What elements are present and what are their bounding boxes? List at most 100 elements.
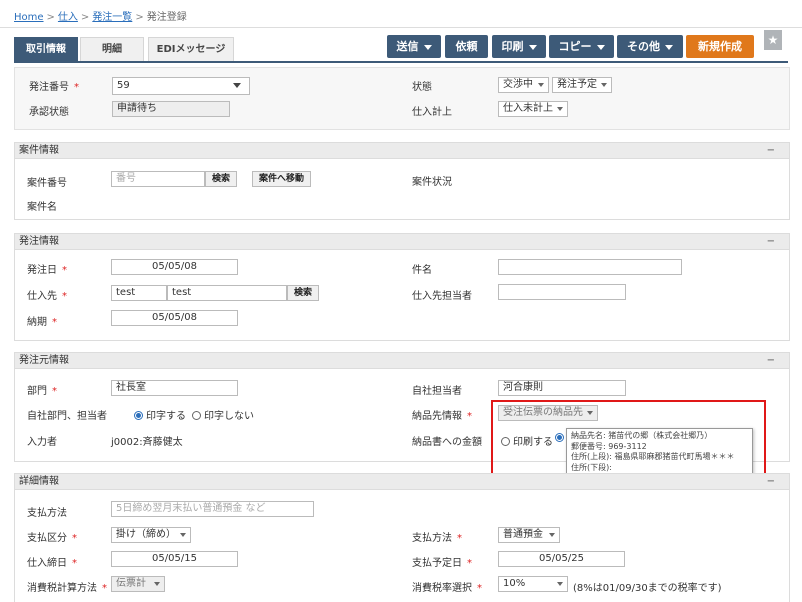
- chevron-down-icon: [423, 44, 432, 50]
- case-move-button[interactable]: 案件へ移動: [252, 171, 312, 187]
- section-header: 案件情報 −: [15, 143, 789, 159]
- pay-due-input[interactable]: 05/05/25: [498, 551, 625, 567]
- close-date-label: 仕入締日 *: [27, 558, 77, 569]
- supplier-contact-input[interactable]: [498, 284, 626, 300]
- breadcrumb-home-link[interactable]: Home: [14, 12, 44, 23]
- pay-method-input[interactable]: 5日締め翌月末払い普通預金 など: [111, 501, 314, 517]
- case-search-button[interactable]: 検索: [205, 171, 238, 187]
- tab-edi-message[interactable]: EDIメッセージ: [148, 37, 234, 61]
- chevron-down-icon: [596, 44, 605, 50]
- order-info-section: 発注情報 − 発注日 * 05/05/08 仕入先 * test test 検索 納期…: [14, 233, 790, 341]
- entered-by-value: j0002:斉藤健太: [111, 437, 183, 448]
- copy-label: コピー: [558, 40, 592, 53]
- collapse-icon[interactable]: −: [767, 474, 775, 490]
- new-button[interactable]: 新規作成: [686, 35, 754, 58]
- pay-method-label: 支払方法: [27, 508, 67, 519]
- copy-button[interactable]: コピー: [549, 35, 614, 58]
- pay-type-select[interactable]: 普通預金: [498, 527, 560, 543]
- close-date-input[interactable]: 05/05/15: [111, 551, 238, 567]
- tooltip-line: 納品先名: 猪苗代の郷（株式会社郷乃）: [571, 431, 713, 440]
- order-no-label: 発注番号 *: [29, 82, 79, 93]
- tax-rate-note: (8%は01/09/30までの税率です): [573, 583, 722, 594]
- breadcrumb-separator: >: [80, 12, 90, 23]
- supplier-label: 仕入先 *: [27, 291, 67, 302]
- approval-label: 承認状態: [29, 107, 69, 118]
- tax-rate-select[interactable]: 10%: [498, 576, 568, 592]
- department-input[interactable]: 社長室: [111, 380, 238, 396]
- breadcrumb-current: 発注登録: [146, 12, 187, 23]
- breadcrumb-list-link[interactable]: 発注一覧: [92, 12, 132, 23]
- purchase-record-select[interactable]: 仕入未計上: [498, 101, 568, 117]
- pay-div-select[interactable]: 掛け（締め）: [111, 527, 191, 543]
- due-date-label: 納期 *: [27, 317, 57, 328]
- order-no-select[interactable]: 59: [112, 77, 250, 95]
- order-date-label: 発注日 *: [27, 265, 67, 276]
- pay-div-label: 支払区分 *: [27, 533, 77, 544]
- header-divider: [0, 27, 802, 28]
- tooltip-line: 郵便番号: 969-3112: [571, 441, 647, 451]
- case-no-input[interactable]: 番号: [111, 171, 205, 187]
- request-button[interactable]: 依頼: [445, 35, 488, 58]
- order-header-box: 発注番号 * 59 承認状態 申請待ち 状態 交渉中 発注予定 仕入計上 仕入未計…: [14, 67, 790, 130]
- case-name-label: 案件名: [27, 202, 57, 213]
- star-icon[interactable]: ★: [764, 30, 782, 50]
- dept-staff-label: 自社部門、担当者: [27, 411, 107, 422]
- case-no-label: 案件番号: [27, 178, 67, 189]
- breadcrumb: Home > 仕入 > 発注一覧 > 発注登録: [14, 8, 187, 23]
- tooltip-line: 住所(下段):: [571, 462, 612, 472]
- pay-due-label: 支払予定日 *: [412, 558, 472, 569]
- case-info-section: 案件情報 − 案件番号 番号 検索 案件へ移動 案件状況 案件名: [14, 142, 790, 220]
- chevron-down-icon: [665, 44, 673, 50]
- approval-value: 申請待ち: [112, 101, 230, 117]
- section-header: 発注元情報 −: [15, 353, 789, 369]
- other-button[interactable]: その他: [617, 35, 683, 58]
- radio-icon: [192, 411, 201, 420]
- detail-info-section: 詳細情報 − 支払方法 5日締め翌月末払い普通預金 など 支払区分 * 掛け（締め）…: [14, 473, 790, 602]
- due-date-input[interactable]: 05/05/08: [111, 310, 238, 326]
- tab-details[interactable]: 明細: [80, 37, 144, 61]
- print-no-radio[interactable]: 印字しない: [192, 407, 254, 422]
- collapse-icon[interactable]: −: [767, 234, 775, 250]
- print-yes-radio[interactable]: 印字する: [134, 407, 186, 422]
- print-label: 印刷: [501, 40, 524, 53]
- supplier-contact-label: 仕入先担当者: [412, 291, 472, 302]
- collapse-icon[interactable]: −: [767, 353, 775, 369]
- amount-label: 納品書への金額: [412, 437, 482, 448]
- status-label: 状態: [412, 82, 432, 93]
- supplier-code-input[interactable]: test: [111, 285, 167, 301]
- supplier-search-button[interactable]: 検索: [287, 285, 320, 301]
- purchase-record-label: 仕入計上: [412, 107, 452, 118]
- tooltip-line: 住所(上段): 福島県耶麻郡猪苗代町馬場＊＊＊: [571, 452, 735, 461]
- status-select-1[interactable]: 交渉中: [498, 77, 549, 93]
- section-header: 詳細情報 −: [15, 474, 789, 490]
- staff-label: 自社担当者: [412, 386, 462, 397]
- staff-input[interactable]: 河合康則: [498, 380, 626, 396]
- department-label: 部門 *: [27, 386, 57, 397]
- tab-transaction-info[interactable]: 取引情報: [14, 37, 78, 61]
- subject-input[interactable]: [498, 259, 682, 275]
- print-button[interactable]: 印刷: [492, 35, 546, 58]
- collapse-icon[interactable]: −: [767, 143, 775, 159]
- tax-calc-label: 消費税計算方法 *: [27, 583, 107, 594]
- breadcrumb-separator: >: [135, 12, 144, 23]
- other-label: その他: [627, 40, 660, 53]
- entered-by-label: 入力者: [27, 437, 57, 448]
- send-label: 送信: [396, 40, 419, 53]
- delivery-info-label: 納品先情報 *: [412, 411, 472, 422]
- status-select-2[interactable]: 発注予定: [552, 77, 612, 93]
- breadcrumb-purchase-link[interactable]: 仕入: [58, 12, 78, 23]
- request-label: 依頼: [455, 40, 478, 53]
- send-button[interactable]: 送信: [387, 35, 441, 58]
- tab-underline: [14, 61, 788, 63]
- supplier-name-input[interactable]: test: [167, 285, 287, 301]
- pay-type-label: 支払方法 *: [412, 533, 462, 544]
- breadcrumb-separator: >: [46, 12, 55, 23]
- section-header: 発注情報 −: [15, 234, 789, 250]
- tax-calc-select[interactable]: 伝票計: [111, 576, 165, 592]
- radio-checked-icon: [134, 411, 143, 420]
- chevron-down-icon: [528, 44, 537, 50]
- case-status-label: 案件状況: [412, 177, 452, 188]
- subject-label: 件名: [412, 265, 432, 276]
- order-date-input[interactable]: 05/05/08: [111, 259, 238, 275]
- tax-rate-label: 消費税率選択 *: [412, 583, 482, 594]
